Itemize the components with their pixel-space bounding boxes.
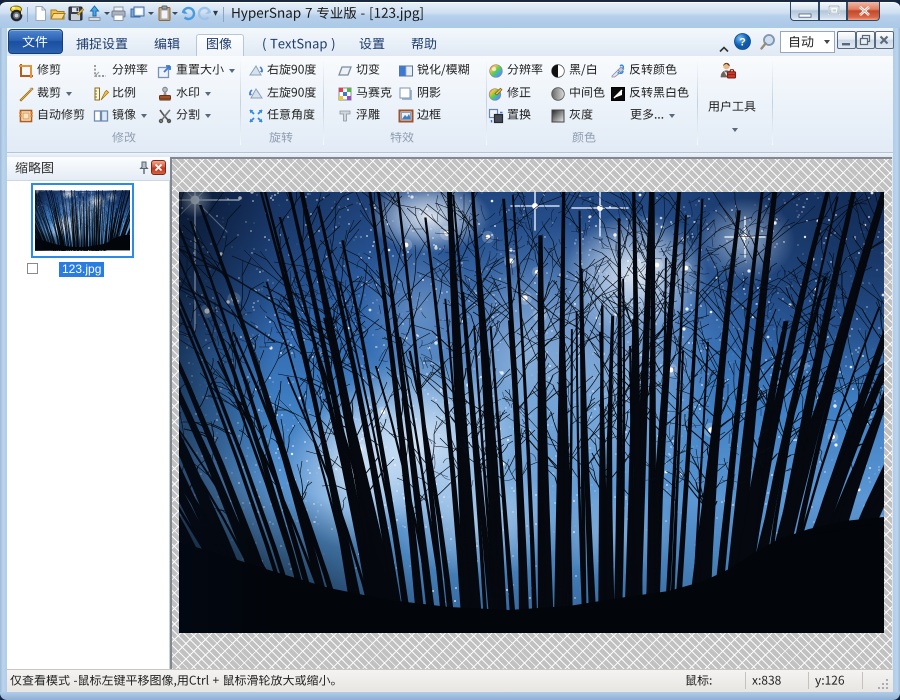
- svg-text:?: ?: [739, 37, 746, 49]
